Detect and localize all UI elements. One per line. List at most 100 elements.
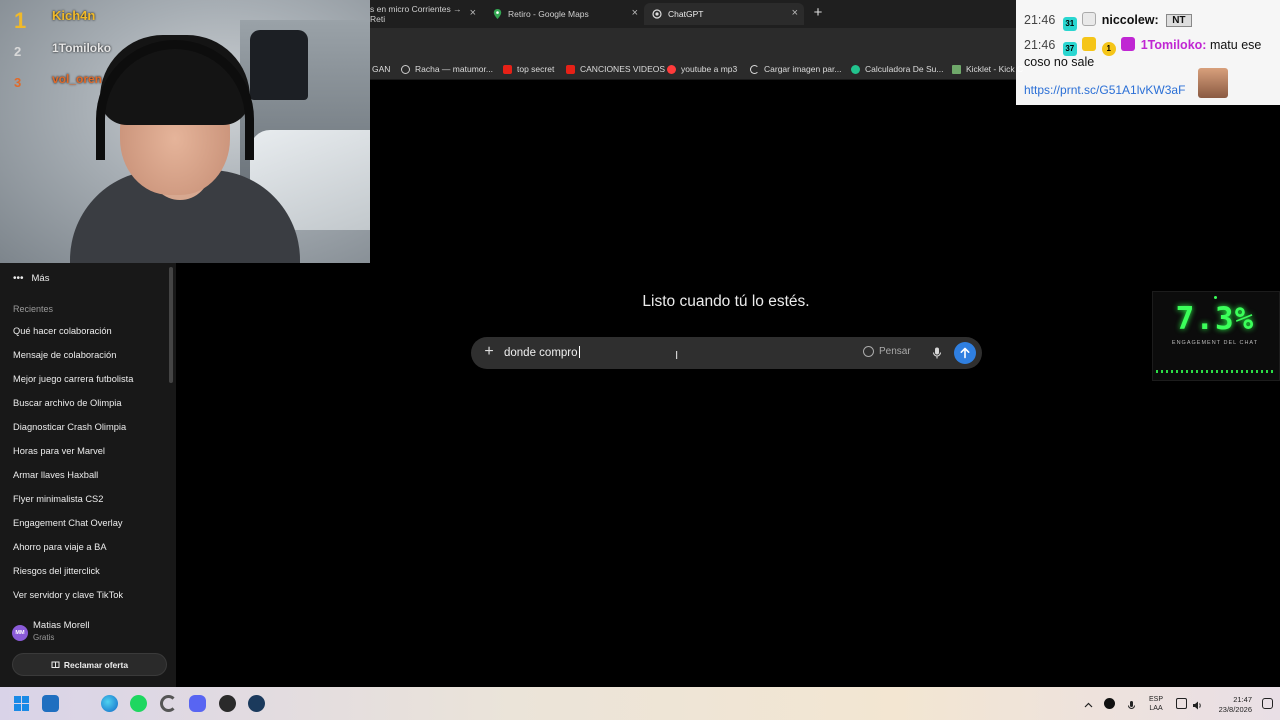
chat-text: matu ese [1209, 38, 1262, 52]
gifter-badge-icon: 1 [1101, 42, 1116, 56]
greeting-heading: Listo cuando tú lo estés. [642, 293, 810, 310]
chat-link[interactable]: https://prnt.sc/G51A1lvKW3aF [1024, 83, 1185, 97]
recording-app-icon[interactable] [219, 695, 236, 712]
conversation-item[interactable]: Riesgos del jitterclick [13, 566, 100, 576]
hanging-shirt [250, 30, 308, 100]
close-tab-icon[interactable]: × [792, 7, 798, 19]
new-tab-button[interactable]: + [810, 5, 826, 21]
sub-badge-icon: 31 [1062, 17, 1077, 31]
arrow-up-icon [960, 347, 970, 359]
engagement-widget: 7.3% ENGAGEMENT DEL CHAT [1152, 291, 1280, 381]
tab-label: Retiro - Google Maps [508, 9, 589, 19]
chat-message: 21:46 37 1 1Tomiloko: matu ese [1024, 37, 1261, 56]
conversation-item[interactable]: Flyer minimalista CS2 [13, 494, 103, 504]
tab-label: s en micro Corrientes → Reti [370, 4, 462, 24]
think-label: Pensar [879, 346, 911, 357]
status-dot [1214, 296, 1217, 299]
chatgpt-icon [652, 9, 662, 19]
youtube-icon [566, 64, 575, 74]
volume-icon[interactable] [1192, 698, 1203, 710]
conversation-item[interactable]: Ver servidor y clave TikTok [13, 590, 123, 600]
user-profile-button[interactable]: MM Matias Morell Gratis [12, 620, 172, 646]
conversation-item[interactable]: Mejor juego carrera futbolista [13, 374, 133, 384]
system-clock[interactable]: 21:47 23/8/2026 [1212, 695, 1252, 714]
conversation-item[interactable]: Ahorro para viaje a BA [13, 542, 107, 552]
chat-continuation: coso no sale [1024, 55, 1095, 69]
conversation-item[interactable]: Qué hacer colaboración [13, 326, 112, 336]
emote-icon [1082, 12, 1097, 26]
leaderboard-name-3: vol_oren [52, 72, 103, 86]
close-tab-icon[interactable]: × [632, 7, 638, 19]
text-caret [578, 346, 580, 358]
tab-corrientes-retiro[interactable]: s en micro Corrientes → Reti × [362, 3, 482, 25]
bookmark-item[interactable]: CANCIONES VIDEOS [566, 63, 665, 75]
i-beam-cursor-icon: Ⅰ [675, 350, 679, 362]
windows-taskbar: ESP LAA 21:47 23/8/2026 [0, 687, 1280, 720]
microphone-tray-icon[interactable] [1126, 698, 1137, 710]
youtube-icon [503, 64, 512, 74]
conversation-item[interactable]: Armar llaves Haxball [13, 470, 98, 480]
microphone-icon[interactable] [930, 346, 944, 360]
file-explorer-icon[interactable] [42, 695, 59, 712]
leaderboard-rank-2: 2 [14, 44, 22, 59]
engagement-meter [1156, 370, 1276, 373]
steam-icon[interactable] [248, 695, 265, 712]
chevron-up-icon[interactable] [1083, 698, 1094, 709]
send-button[interactable] [954, 342, 976, 364]
language-indicator[interactable]: ESP LAA [1149, 695, 1163, 713]
conversation-item[interactable]: Diagnosticar Crash Olimpia [13, 422, 126, 432]
spotify-icon[interactable] [130, 695, 147, 712]
bookmark-item[interactable]: Kicklet - Kick C [952, 63, 1023, 75]
engagement-label: ENGAGEMENT DEL CHAT [1171, 340, 1259, 346]
bookmark-item[interactable]: Racha — matumor... [401, 63, 493, 75]
conversation-item[interactable]: Horas para ver Marvel [13, 446, 105, 456]
close-tab-icon[interactable]: × [470, 7, 476, 19]
prompt-composer[interactable]: + donde compro Pensar [471, 337, 982, 369]
windows-start-icon[interactable] [13, 695, 30, 712]
leaderboard-name-2: 1Tomiloko [52, 41, 112, 55]
claim-offer-label: Reclamar oferta [63, 659, 129, 670]
chat-time: 21:46 [1024, 38, 1056, 52]
chatgpt-sidebar: ••• Más Recientes Qué hacer colaboración… [0, 263, 176, 687]
bookmark-item[interactable]: Cargar imagen par... [750, 63, 841, 75]
discord-icon[interactable] [189, 695, 206, 712]
c-icon [750, 64, 759, 74]
leaderboard-name-1: Kich4n [52, 8, 96, 23]
chat-time: 21:46 [1024, 13, 1056, 27]
lightbulb-icon [863, 346, 874, 357]
claim-offer-button[interactable]: Reclamar oferta [12, 653, 167, 676]
tab-label: ChatGPT [668, 9, 704, 19]
user-plan: Gratis [33, 633, 55, 642]
bookmark-item[interactable]: Calculadora De Su... [851, 63, 943, 75]
tray-app-icon[interactable] [1104, 698, 1115, 709]
tab-chatgpt[interactable]: ChatGPT × [644, 3, 804, 25]
more-label: Más [31, 273, 50, 284]
engagement-value: 7.3% [1175, 301, 1255, 337]
leaderboard-rank-3: 3 [14, 75, 22, 90]
kicklet-icon [952, 64, 961, 74]
user-name: Matias Morell [33, 620, 90, 631]
think-button[interactable]: Pensar [863, 346, 911, 357]
conversation-item[interactable]: Buscar archivo de Olimpia [13, 398, 122, 408]
chat-message: 21:46 31 niccolew: NT [1024, 12, 1192, 31]
chat-username: 1Tomiloko: [1140, 38, 1207, 52]
bookmark-item[interactable]: GAN [372, 63, 390, 75]
network-icon[interactable] [1176, 698, 1187, 709]
sidebar-scrollbar[interactable] [169, 267, 173, 383]
bookmark-item[interactable]: top secret [503, 63, 554, 75]
prompt-input[interactable]: donde compro [504, 346, 580, 359]
leaderboard-rank-1: 1 [14, 8, 27, 33]
plus-icon[interactable]: + [482, 344, 496, 360]
notifications-icon[interactable] [1262, 698, 1273, 709]
vip-icon [1121, 37, 1136, 51]
tab-google-maps[interactable]: Retiro - Google Maps × [484, 3, 644, 25]
bookmark-item[interactable]: youtube a mp3 [667, 63, 737, 75]
gift-icon [51, 659, 60, 670]
conversation-item[interactable]: Engagement Chat Overlay [13, 518, 123, 528]
maps-pin-icon [492, 9, 502, 19]
avatar: MM [12, 625, 28, 641]
more-button[interactable]: ••• Más [13, 273, 49, 284]
edge-icon[interactable] [101, 695, 118, 712]
c-app-icon[interactable] [160, 695, 177, 712]
conversation-item[interactable]: Mensaje de colaboración [13, 350, 116, 360]
